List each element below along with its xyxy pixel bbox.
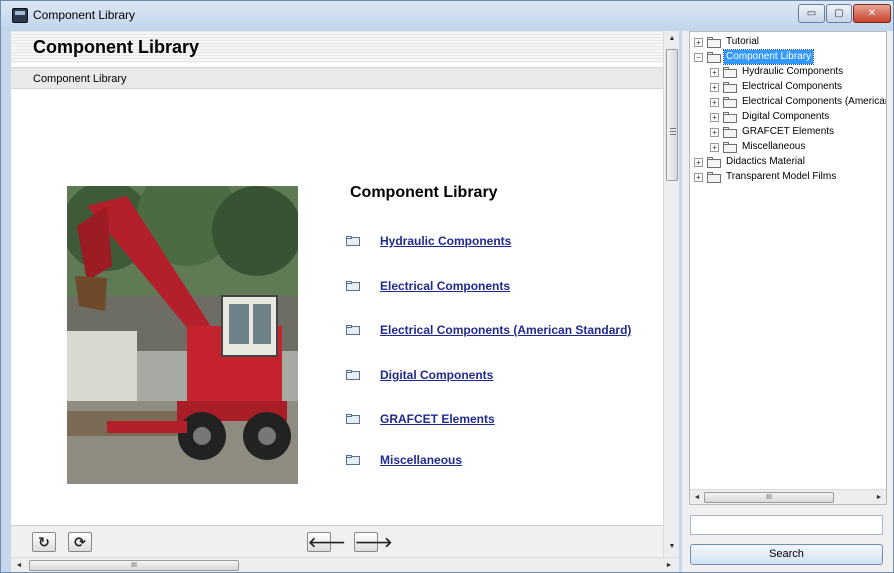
contents-tree[interactable]: + Tutorial − Component Library + Hydraulic Co… — [689, 31, 887, 505]
expand-icon[interactable]: + — [694, 158, 703, 167]
folder-icon — [346, 455, 360, 465]
folder-icon — [723, 142, 737, 153]
content-horizontal-scrollbar[interactable]: ◄ III ► — [11, 557, 679, 572]
app-window: Component Library ▭ ▢ ✕ Component Librar… — [0, 0, 894, 573]
tree-item-label[interactable]: Hydraulic Components — [740, 65, 845, 79]
breadcrumb-bar: Component Library — [11, 67, 663, 89]
expand-icon[interactable]: + — [710, 113, 719, 122]
open-folder-icon — [707, 52, 721, 63]
search-button[interactable]: Search — [690, 544, 883, 565]
search-input[interactable] — [690, 515, 883, 535]
folder-icon — [346, 370, 360, 380]
close-button[interactable]: ✕ — [853, 4, 891, 23]
excavator-photo — [67, 186, 298, 484]
folder-icon — [346, 281, 360, 291]
tree-item[interactable]: + Transparent Model Films — [690, 170, 886, 184]
tree-item[interactable]: + GRAFCET Elements — [690, 125, 886, 139]
link-electrical-components[interactable]: Electrical Components — [380, 279, 510, 293]
expand-icon[interactable]: + — [710, 143, 719, 152]
tree-item[interactable]: + Hydraulic Components — [690, 65, 886, 79]
app-icon — [12, 8, 28, 23]
reload-button[interactable]: ↻ — [32, 532, 56, 552]
back-button[interactable]: 🡐 — [307, 532, 346, 552]
navigation-bar: ↻ ⟳ 🡐 🡒 — [11, 525, 663, 557]
tree-item[interactable]: + Electrical Components (American — [690, 95, 886, 109]
header-band: Component Library — [11, 31, 663, 63]
tree-item-label[interactable]: Transparent Model Films — [724, 170, 838, 184]
tree-scroll-left-arrow-icon[interactable]: ◄ — [690, 490, 704, 505]
expand-icon[interactable]: + — [710, 128, 719, 137]
link-electrical-components-american[interactable]: Electrical Components (American Standard… — [380, 323, 631, 337]
tree-item[interactable]: + Tutorial — [690, 35, 886, 49]
folder-icon — [723, 97, 737, 108]
tree-item-label[interactable]: Digital Components — [740, 110, 831, 124]
expand-icon[interactable]: + — [694, 38, 703, 47]
link-miscellaneous[interactable]: Miscellaneous — [380, 453, 462, 467]
vertical-scroll-thumb[interactable] — [666, 49, 678, 181]
folder-icon — [723, 82, 737, 93]
folder-icon — [707, 157, 721, 168]
tree-item-label[interactable]: Component Library — [722, 49, 815, 65]
grip-icon — [670, 128, 676, 135]
link-hydraulic-components[interactable]: Hydraulic Components — [380, 234, 511, 248]
maximize-button[interactable]: ▢ — [826, 4, 852, 23]
folder-icon — [723, 127, 737, 138]
expand-icon[interactable]: + — [710, 98, 719, 107]
expand-icon[interactable]: + — [694, 173, 703, 182]
folder-icon — [346, 236, 360, 246]
tree-item-label[interactable]: Didactics Material — [724, 155, 807, 169]
refresh-button[interactable]: ⟳ — [68, 532, 92, 552]
collapse-icon[interactable]: − — [694, 53, 703, 62]
folder-icon — [346, 325, 360, 335]
scroll-down-arrow-icon[interactable]: ▼ — [664, 539, 680, 555]
title-bar[interactable]: Component Library ▭ ▢ ✕ — [1, 1, 893, 30]
tree-item-label[interactable]: GRAFCET Elements — [740, 125, 836, 139]
minimize-button[interactable]: ▭ — [798, 4, 825, 23]
folder-icon — [707, 172, 721, 183]
content-pane: Component Library Component Library Comp… — [11, 31, 663, 557]
tree-item[interactable]: + Didactics Material — [690, 155, 886, 169]
tree-item[interactable]: + Digital Components — [690, 110, 886, 124]
expand-icon[interactable]: + — [710, 83, 719, 92]
navigation-pane: + Tutorial − Component Library + Hydraulic Co… — [682, 31, 893, 572]
link-digital-components[interactable]: Digital Components — [380, 368, 493, 382]
breadcrumb: Component Library — [33, 73, 127, 85]
scroll-left-arrow-icon[interactable]: ◄ — [11, 558, 27, 573]
section-heading: Component Library — [350, 184, 498, 201]
tree-item[interactable]: − Component Library — [690, 49, 886, 65]
expand-icon[interactable]: + — [710, 68, 719, 77]
tree-horizontal-scrollbar[interactable]: ◄ III ► — [690, 489, 886, 504]
content-vertical-scrollbar[interactable]: ▲ ▼ — [663, 31, 679, 557]
tree-scroll-right-arrow-icon[interactable]: ► — [872, 490, 886, 505]
tree-item-label[interactable]: Electrical Components — [740, 80, 844, 94]
tree-item-label[interactable]: Electrical Components (American — [740, 95, 886, 109]
folder-icon — [723, 112, 737, 123]
scroll-right-arrow-icon[interactable]: ► — [661, 558, 677, 573]
horizontal-scroll-thumb[interactable]: III — [29, 560, 239, 571]
tree-item[interactable]: + Miscellaneous — [690, 140, 886, 154]
scroll-up-arrow-icon[interactable]: ▲ — [664, 31, 680, 47]
tree-item[interactable]: + Electrical Components — [690, 80, 886, 94]
folder-icon — [723, 67, 737, 78]
window-title: Component Library — [33, 8, 136, 22]
tree-item-label[interactable]: Miscellaneous — [740, 140, 807, 154]
tree-scroll-thumb[interactable]: III — [704, 492, 834, 503]
link-grafcet-elements[interactable]: GRAFCET Elements — [380, 412, 495, 426]
folder-icon — [346, 414, 360, 424]
page-title: Component Library — [33, 37, 200, 57]
forward-button[interactable]: 🡒 — [354, 532, 393, 552]
tree-item-label[interactable]: Tutorial — [724, 35, 761, 49]
folder-icon — [707, 37, 721, 48]
